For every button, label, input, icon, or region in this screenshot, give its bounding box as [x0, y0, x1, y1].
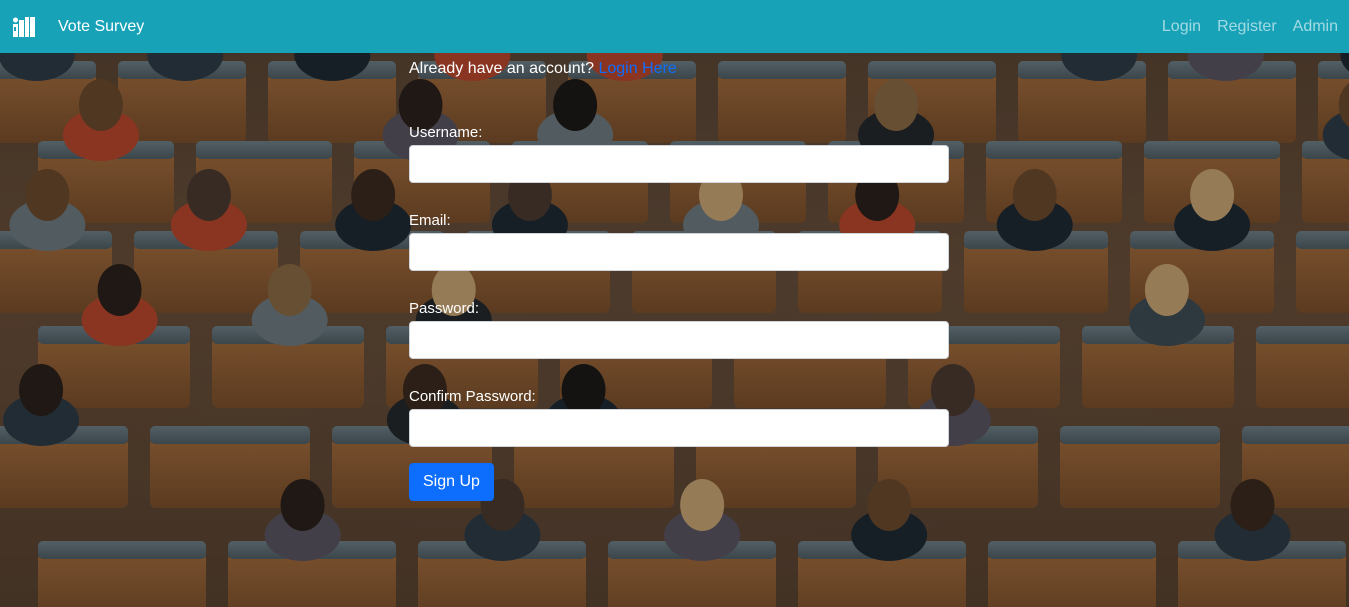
nav-links: Login Register Admin	[1146, 18, 1338, 36]
username-label: Username:	[409, 124, 483, 141]
email-input[interactable]	[409, 233, 949, 271]
already-account-line: Already have an account? Login Here	[409, 57, 949, 81]
password-input[interactable]	[409, 321, 949, 359]
username-input[interactable]	[409, 145, 949, 183]
top-navbar: Vote Survey Login Register Admin	[0, 0, 1349, 53]
ballot-box-icon	[12, 15, 36, 39]
nav-admin-link[interactable]: Admin	[1293, 18, 1338, 36]
sign-up-button[interactable]: Sign Up	[409, 463, 494, 501]
brand-name: Vote Survey	[58, 17, 145, 35]
nav-login-link[interactable]: Login	[1162, 18, 1201, 36]
password-label: Password:	[409, 300, 480, 317]
register-form: Already have an account? Login Here User…	[409, 53, 949, 501]
page: Vote Survey Login Register Admin Already…	[0, 0, 1349, 607]
already-account-text: Already have an account?	[409, 60, 595, 77]
nav-register-link[interactable]: Register	[1217, 18, 1277, 36]
confirm-password-input[interactable]	[409, 409, 949, 447]
email-label: Email:	[409, 212, 451, 229]
confirm-password-label: Confirm Password:	[409, 388, 536, 405]
login-here-link[interactable]: Login Here	[598, 60, 676, 77]
brand[interactable]: Vote Survey	[12, 15, 144, 39]
